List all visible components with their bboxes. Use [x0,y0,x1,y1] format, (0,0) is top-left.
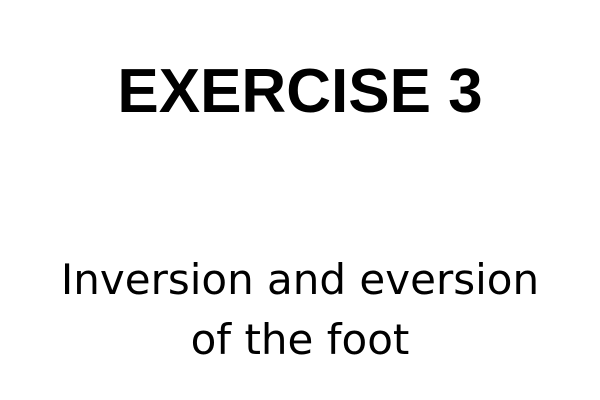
slide-title: EXERCISE 3 [117,57,483,126]
subtitle-line-2: of the foot [190,315,410,364]
slide: EXERCISE 3 Inversion and eversion of the… [0,0,600,400]
slide-subtitle: Inversion and eversion of the foot [0,250,600,370]
subtitle-line-1: Inversion and eversion [60,255,540,304]
